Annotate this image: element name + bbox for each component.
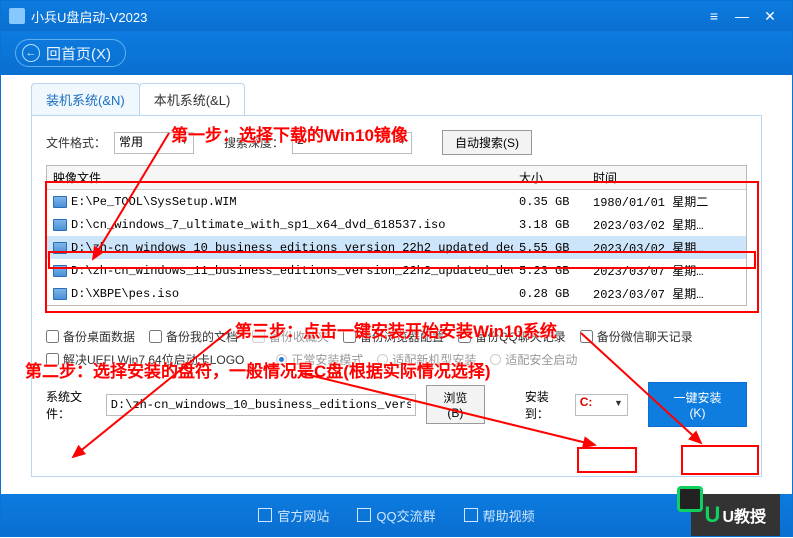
table-row[interactable]: D:\zh-cn_windows_10_business_editions_ve… — [47, 236, 746, 259]
disk-icon — [53, 288, 67, 300]
app-logo-icon — [9, 8, 25, 24]
app-title: 小兵U盘启动-V2023 — [31, 7, 700, 26]
table-row[interactable]: D:\cn_windows_7_ultimate_with_sp1_x64_dv… — [47, 213, 746, 236]
install-to-label: 安装到： — [525, 388, 565, 422]
tab-local[interactable]: 本机系统(&L) — [139, 83, 246, 115]
disk-icon — [53, 219, 67, 231]
file-format-select[interactable]: 常用 — [114, 132, 194, 154]
radio-normal-install[interactable]: 正常安装模式 — [276, 351, 363, 368]
footer-official-site[interactable]: 官方网站 — [258, 506, 329, 525]
sysfile-input[interactable] — [106, 394, 416, 416]
table-row[interactable]: D:\XBPE\pes.iso0.28 GB2023/03/07 星期… — [47, 282, 746, 305]
search-depth-select[interactable]: 2 — [292, 132, 412, 154]
col-size[interactable]: 大小 — [513, 166, 587, 189]
col-time[interactable]: 时间 — [587, 166, 731, 189]
footer-qq-group[interactable]: QQ交流群 — [357, 506, 435, 525]
one-key-install-button[interactable]: 一键安装(K) — [648, 382, 747, 427]
chk-backup-desktop[interactable]: 备份桌面数据 — [46, 328, 135, 345]
install-drive-select[interactable]: C: — [575, 394, 628, 416]
browse-button[interactable]: 浏览(B) — [426, 385, 485, 424]
chk-backup-qq[interactable]: 备份QQ聊天记录 — [458, 328, 566, 345]
tab-preinstall[interactable]: 装机系统(&N) — [31, 83, 140, 115]
sysfile-label: 系统文件： — [46, 388, 96, 422]
chk-backup-documents[interactable]: 备份我的文档 — [149, 328, 238, 345]
chk-backup-browser[interactable]: 备份浏览器配置 — [343, 328, 444, 345]
image-file-table: 映像文件 大小 时间 E:\Pe_TOOL\SysSetup.WIM0.35 G… — [46, 165, 747, 306]
close-icon[interactable]: ✕ — [756, 8, 784, 25]
radio-new-machine[interactable]: 适配新机型安装 — [377, 351, 476, 368]
table-row[interactable]: E:\Pe_TOOL\SysSetup.WIM0.35 GB1980/01/01… — [47, 190, 746, 213]
search-depth-label: 搜索深度： — [224, 134, 284, 151]
disk-icon — [53, 242, 67, 254]
footer-help-video[interactable]: 帮助视频 — [464, 506, 535, 525]
auto-search-button[interactable]: 自动搜索(S) — [442, 130, 532, 155]
disk-icon — [53, 265, 67, 277]
chk-backup-wechat[interactable]: 备份微信聊天记录 — [580, 328, 693, 345]
home-icon — [258, 508, 272, 522]
ujiaoshou-logo: UU教授 — [691, 494, 780, 536]
chk-uefi-win7-fix[interactable]: 解决UEFI Win7 64位启动卡LOGO — [46, 351, 244, 368]
table-row[interactable]: D:\zh-cn_windows_11_business_editions_ve… — [47, 259, 746, 282]
back-arrow-icon: ← — [22, 44, 40, 62]
file-format-label: 文件格式： — [46, 134, 106, 151]
video-icon — [464, 508, 478, 522]
col-file[interactable]: 映像文件 — [47, 166, 513, 189]
menu-icon[interactable]: ≡ — [700, 8, 728, 24]
minimize-icon[interactable]: — — [728, 8, 756, 24]
back-home-button[interactable]: ← 回首页(X) — [15, 39, 126, 67]
disk-icon — [53, 196, 67, 208]
qq-icon — [357, 508, 371, 522]
back-home-label: 回首页(X) — [46, 43, 111, 64]
chk-backup-favorites[interactable]: 备份收藏夹 — [252, 328, 329, 345]
radio-secure-boot[interactable]: 适配安全启动 — [490, 351, 577, 368]
